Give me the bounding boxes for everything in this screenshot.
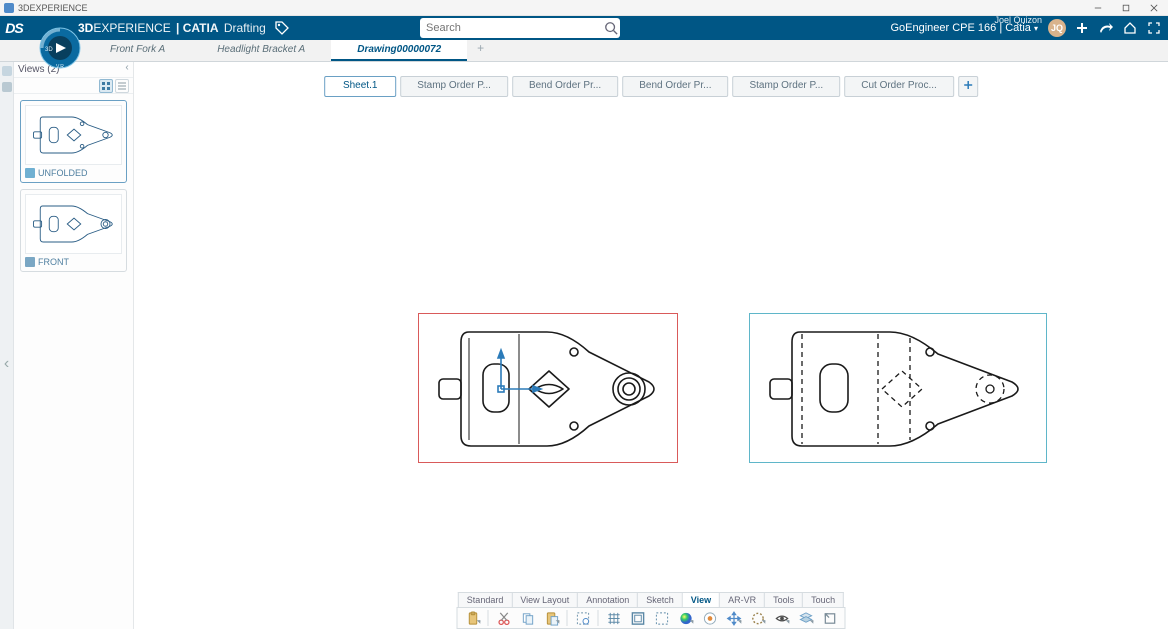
doc-tab-2[interactable]: Drawing00000072 — [331, 40, 467, 61]
eye-icon[interactable] — [771, 609, 793, 627]
grid-icon[interactable] — [603, 609, 625, 627]
rail-tree-icon[interactable] — [2, 66, 12, 76]
bottom-toolbar — [457, 607, 846, 629]
rail-collapse-handle[interactable]: ‹ — [3, 349, 11, 379]
copy-icon[interactable] — [517, 609, 539, 627]
clipboard-icon[interactable] — [462, 609, 484, 627]
thumb-label-text: UNFOLDED — [38, 168, 88, 178]
svg-text:V.R: V.R — [56, 64, 64, 70]
doc-tab-add[interactable]: + — [467, 37, 494, 61]
search-box[interactable] — [420, 18, 620, 38]
cut-icon[interactable] — [493, 609, 515, 627]
thumb-label: UNFOLDED — [25, 168, 122, 178]
thumb-label: FRONT — [25, 257, 122, 267]
cat-tab-sketch[interactable]: Sketch — [638, 593, 683, 607]
view-thumb-unfolded[interactable]: UNFOLDED — [20, 100, 127, 183]
capture-icon[interactable] — [572, 609, 594, 627]
cat-tab-view[interactable]: View — [683, 593, 720, 607]
view-mode-list-icon[interactable] — [115, 79, 129, 93]
sheet-tab-add[interactable] — [958, 76, 978, 97]
sheet-tab-5[interactable]: Cut Order Proc... — [844, 76, 954, 97]
left-rail: ‹ — [0, 62, 14, 629]
home-icon[interactable] — [1122, 20, 1138, 36]
sheet-tab-4[interactable]: Stamp Order P... — [732, 76, 840, 97]
hidden-icon[interactable] — [747, 609, 769, 627]
toolbar-separator — [488, 610, 489, 626]
thumb-canvas — [25, 105, 122, 165]
cat-tab-arvr[interactable]: AR-VR — [720, 593, 765, 607]
frame-icon[interactable] — [627, 609, 649, 627]
avatar[interactable]: JQ — [1048, 19, 1066, 37]
select-view-icon[interactable] — [651, 609, 673, 627]
toolbar-separator — [598, 610, 599, 626]
paste-icon[interactable] — [541, 609, 563, 627]
sheet-tab-0[interactable]: Sheet.1 — [324, 76, 396, 97]
shading-icon[interactable] — [675, 609, 697, 627]
compass-widget[interactable]: 3D V.R — [38, 26, 82, 70]
document-tabs: Front Fork A Headlight Bracket A Drawing… — [0, 40, 1168, 62]
sheet-tab-3[interactable]: Bend Order Pr... — [622, 76, 728, 97]
action-category-tabs: Standard View Layout Annotation Sketch V… — [458, 592, 844, 607]
brand-logo: DS — [0, 16, 28, 40]
svg-text:3D: 3D — [45, 47, 53, 53]
search-icon[interactable] — [602, 21, 620, 35]
window-controls — [1084, 0, 1168, 16]
doc-tab-0[interactable]: Front Fork A — [84, 40, 191, 61]
brand-text: 3DEXPERIENCE | CATIA Drafting — [78, 21, 266, 35]
thumb-canvas — [25, 194, 122, 254]
views-panel: Views (2) ‹ UNFOLDED — [14, 62, 134, 629]
sheet-tabs: Sheet.1 Stamp Order P... Bend Order Pr..… — [324, 76, 978, 97]
thumb-label-text: FRONT — [38, 257, 69, 267]
sheet-tab-1[interactable]: Stamp Order P... — [400, 76, 508, 97]
cat-tab-annotation[interactable]: Annotation — [578, 593, 638, 607]
brand-bar: DS 3DEXPERIENCE | CATIA Drafting 3D V.R … — [0, 16, 1168, 40]
share-icon[interactable] — [1098, 20, 1114, 36]
brand-right: Joel Quizon GoEngineer CPE 166 | Catia ▾… — [890, 16, 1162, 40]
brand-text-app: | CATIA — [173, 21, 219, 35]
brand-text-mode: Drafting — [221, 21, 266, 35]
views-panel-modes — [14, 78, 133, 94]
close-button[interactable] — [1140, 0, 1168, 16]
os-title: 3DEXPERIENCE — [18, 3, 88, 13]
precision-icon[interactable] — [699, 609, 721, 627]
panel-collapse-icon[interactable]: ‹ — [120, 62, 134, 76]
drawing-view-unfolded[interactable] — [749, 313, 1047, 463]
drawing-view-front[interactable] — [418, 313, 678, 463]
sheet-tab-2[interactable]: Bend Order Pr... — [512, 76, 618, 97]
search-input[interactable] — [420, 20, 602, 36]
tag-icon[interactable] — [272, 18, 292, 38]
drawing-canvas[interactable]: Sheet.1 Stamp Order P... Bend Order Pr..… — [134, 62, 1168, 629]
pan-icon[interactable] — [723, 609, 745, 627]
expand-icon[interactable] — [819, 609, 841, 627]
minimize-button[interactable] — [1084, 0, 1112, 16]
app-icon — [4, 3, 14, 13]
layers-icon[interactable] — [795, 609, 817, 627]
view-thumb-front[interactable]: FRONT — [20, 189, 127, 272]
doc-tab-1[interactable]: Headlight Bracket A — [191, 40, 331, 61]
view-mode-grid-icon[interactable] — [99, 79, 113, 93]
os-title-bar: 3DEXPERIENCE — [0, 0, 1168, 16]
add-icon[interactable] — [1074, 20, 1090, 36]
unfolded-icon — [25, 168, 35, 178]
rail-layers-icon[interactable] — [2, 82, 12, 92]
cat-tab-touch[interactable]: Touch — [803, 593, 843, 607]
fullscreen-icon[interactable] — [1146, 20, 1162, 36]
user-name: Joel Quizon — [994, 15, 1042, 25]
cat-tab-viewlayout[interactable]: View Layout — [512, 593, 578, 607]
cat-tab-tools[interactable]: Tools — [765, 593, 803, 607]
maximize-button[interactable] — [1112, 0, 1140, 16]
body: ‹ Views (2) ‹ — [0, 62, 1168, 629]
toolbar-separator — [567, 610, 568, 626]
front-icon — [25, 257, 35, 267]
brand-text-rest: EXPERIENCE — [93, 21, 170, 35]
cat-tab-standard[interactable]: Standard — [459, 593, 513, 607]
